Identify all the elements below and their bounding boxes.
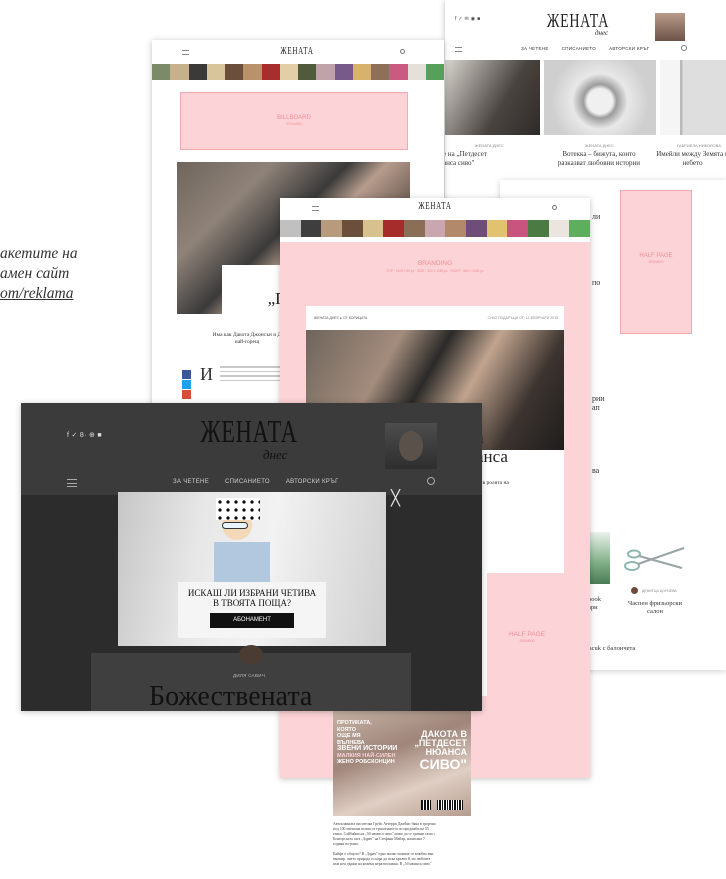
search-icon[interactable] — [552, 205, 557, 210]
logo-subtitle: днес — [263, 447, 288, 462]
nav-authors[interactable]: АВТОРСКИ КРЪГ — [286, 479, 339, 485]
card4-author: ДЕНИТЦА ЦОНЧЕВА — [642, 589, 677, 593]
card1-meta: ЖЕНАТА ДНЕС — [475, 143, 504, 148]
magazine-right-title: ДАКОТА В „ПЕТДЕСЕТ НЮАНСА СИВО" — [414, 729, 467, 772]
modal-card: ИСКАШ ЛИ ИЗБРАНИ ЧЕТИВА В ТВОЯТА ПОЩА? А… — [178, 582, 326, 638]
social-icons[interactable]: f ✓ 8· ⊕ ■ — [67, 431, 102, 439]
author-avatar[interactable] — [239, 645, 263, 665]
article-date: СНАЗ ПОДАРЪЦИ ОТ: 11 ФЕВРУАРИ 2015 — [487, 316, 558, 320]
article-title: Божествената — [149, 681, 313, 711]
intro-line-1: акетите на — [0, 245, 78, 262]
main-nav: ЗА ЧЕТЕНЕ СПИСАНИЕТО АВТОРСКИ КРЪГ — [173, 479, 339, 485]
cover-thumbnail[interactable] — [385, 423, 437, 469]
site-logo[interactable]: ЖЕНАТА — [273, 46, 322, 57]
qr-code-icon — [421, 800, 431, 810]
magazine-left-title: ПРОТИКАТА, КОЯТО ОЩЕ МЯ ВЪЛНЕВА ЗВЕНИ ИС… — [337, 720, 398, 765]
branding-header: ЖЕНАТА — [280, 198, 590, 242]
menu-icon[interactable] — [67, 479, 77, 487]
half-page-ad[interactable]: HALF PAGE 300x600 — [487, 573, 567, 773]
right-fragment-5: ва — [592, 466, 600, 475]
twitter-icon[interactable] — [182, 380, 191, 389]
screenshot-popup: f ✓ 8· ⊕ ■ ЖЕНАТА днес ЗА ЧЕТЕНЕ СПИСАНИ… — [21, 403, 482, 711]
article-caption: Автоклавната писателка Грейс Аттерри Дже… — [333, 822, 436, 866]
intro-text: акетите на амен сайт om/reklama — [0, 244, 130, 304]
search-icon[interactable] — [427, 477, 435, 485]
branding-ad[interactable]: BRANDING TOP · 1920 × 80 px · SIDE · 300… — [280, 242, 590, 288]
modal-title: ИСКАШ ЛИ ИЗБРАНИ ЧЕТИВА В ТВОЯТА ПОЩА? — [187, 588, 317, 608]
card-image-scissors[interactable] — [620, 540, 690, 580]
menu-icon[interactable] — [455, 47, 462, 52]
google-plus-icon[interactable] — [182, 390, 191, 399]
half-page-ad-right[interactable]: HALF PAGE 300x600 — [620, 190, 692, 334]
nav-authors[interactable]: АВТОРСКИ КРЪГ — [609, 46, 650, 51]
card6-title[interactable]: Dacuk с балончета — [584, 645, 635, 652]
subscribe-button[interactable]: АБОНАМЕНТ — [210, 613, 294, 628]
nav-read[interactable]: ЗА ЧЕТЕНЕ — [173, 479, 209, 485]
nav-magazine[interactable]: СПИСАНИЕТО — [562, 46, 596, 51]
card-image-couple[interactable] — [445, 60, 540, 135]
site-logo[interactable]: ЖЕНАТА — [411, 201, 460, 212]
intro-line-2: амен сайт — [0, 265, 70, 282]
breadcrumb[interactable]: ЖЕНАТА ДНЕС ▸ ОТ КОРИЦАТА — [314, 316, 367, 320]
card3-meta: ГАБРИЕЛА НИКОЛОВА — [677, 143, 721, 148]
card-image-stairs[interactable] — [660, 60, 726, 135]
intro-link[interactable]: om/reklama — [0, 284, 130, 304]
subscribe-modal: ИСКАШ ЛИ ИЗБРАНИ ЧЕТИВА В ТВОЯТА ПОЩА? А… — [118, 492, 386, 646]
right-fragment-1: ли — [592, 212, 601, 221]
card1-title[interactable]: е на „Петдесет анса сиво" — [445, 150, 487, 168]
card2-title[interactable]: Вотекка – бижута, които разказват любовн… — [549, 150, 649, 168]
share-bar — [182, 370, 192, 399]
search-icon[interactable] — [400, 49, 405, 54]
image-strip[interactable] — [280, 220, 590, 237]
menu-icon[interactable] — [312, 206, 319, 211]
scissors-icon — [624, 547, 685, 571]
right-fragment-2: по — [592, 278, 601, 287]
cover-thumbnail[interactable] — [655, 13, 685, 41]
close-icon[interactable]: ╳ — [391, 489, 400, 507]
billboard-ad[interactable]: BILLBOARD 970x250 — [180, 92, 408, 150]
nav-read[interactable]: ЗА ЧЕТЕНЕ — [521, 46, 549, 51]
site-logo[interactable]: ЖЕНАТА — [201, 413, 297, 450]
card2-meta: ЖЕНАТА ДНЕС — [585, 143, 614, 148]
author-avatar[interactable] — [631, 587, 638, 594]
menu-icon[interactable] — [182, 50, 189, 55]
body-text-lines — [220, 366, 282, 384]
card4-title[interactable]: Часпен фризьорски салон — [620, 600, 690, 616]
image-strip[interactable] — [152, 64, 444, 80]
logo-subtitle: днес — [595, 29, 609, 37]
social-icons[interactable]: f ✓ ✉ ◉ ■ — [455, 16, 480, 22]
barcode-icon — [437, 800, 463, 810]
author-name[interactable]: ДИЛЯ САВИЧ — [233, 673, 265, 678]
search-icon[interactable] — [681, 45, 687, 51]
main-nav: ЗА ЧЕТЕНЕ СПИСАНИЕТО АВТОРСКИ КРЪГ — [521, 46, 650, 51]
drop-cap: И — [200, 364, 213, 384]
card3-title[interactable]: Имейли между Земята и небето — [655, 150, 726, 168]
facebook-icon[interactable] — [182, 370, 191, 379]
right-fragment-4: ап — [592, 403, 600, 412]
magazine-cover[interactable]: ДАКОТА В „ПЕТДЕСЕТ НЮАНСА СИВО" ПРОТИКАТ… — [333, 706, 471, 816]
right-fragment-3: рии — [592, 394, 605, 403]
card-image-ring[interactable] — [544, 60, 656, 135]
nav-magazine[interactable]: СПИСАНИЕТО — [225, 479, 270, 485]
